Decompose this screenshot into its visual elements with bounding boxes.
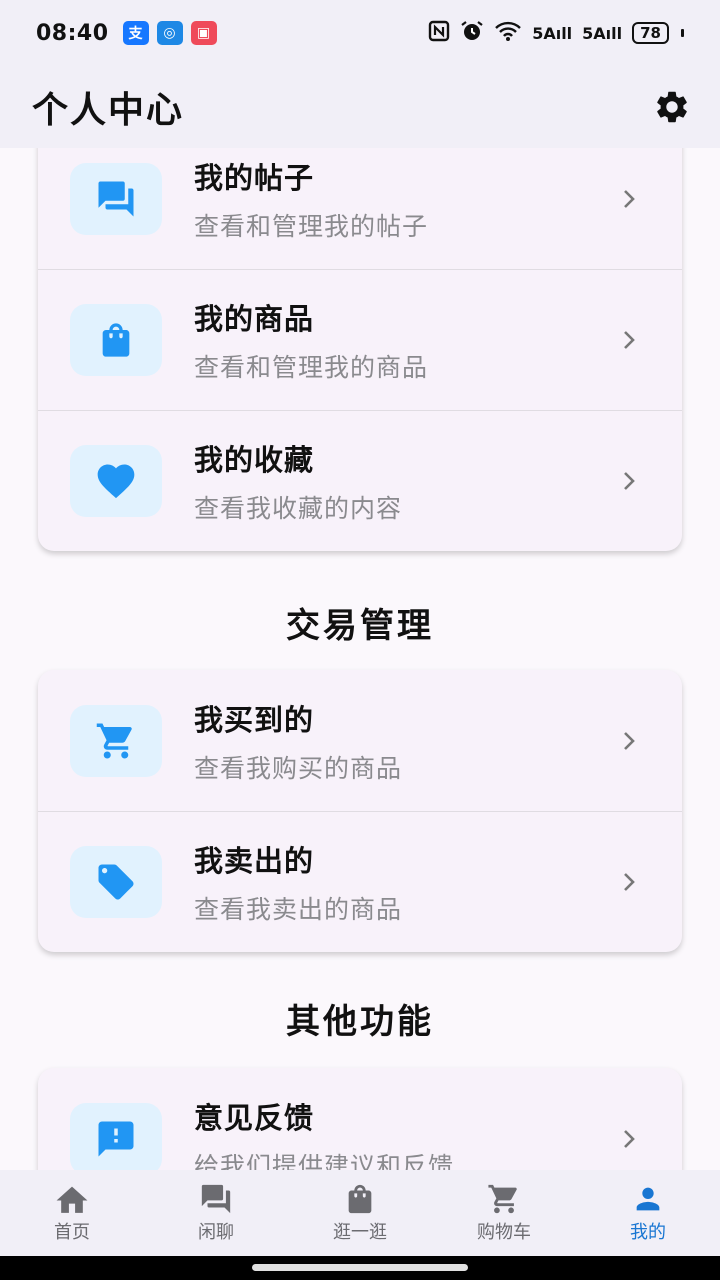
- heart-icon: [97, 464, 135, 499]
- row-text: 我的帖子 查看和管理我的帖子: [194, 155, 428, 243]
- battery-tip: [681, 29, 684, 37]
- my-content-card: 我的帖子 查看和管理我的帖子 我的商品 查看和管理我的商品 我的收藏 查看我收藏…: [38, 148, 682, 551]
- chevron-right-icon: [624, 472, 635, 490]
- status-time: 08:40: [36, 20, 109, 46]
- settings-button[interactable]: [652, 87, 692, 127]
- row-text: 我的商品 查看和管理我的商品: [194, 296, 428, 384]
- row-subtitle: 查看和管理我的帖子: [194, 211, 429, 241]
- status-right: 5Aıll 5Aıll 78: [428, 20, 684, 46]
- status-bar: 08:40 支 ◎ ▣ 5Aıll 5Aıll 78: [0, 0, 720, 66]
- battery-level: 78: [640, 24, 661, 42]
- app-notification-icon: ◎: [156, 21, 183, 45]
- signal-icon-2: 5Aıll: [582, 23, 623, 43]
- trade-card: 我买到的 查看我购买的商品 我卖出的 查看我卖出的商品: [38, 670, 682, 952]
- app-bar: 个人中心: [0, 66, 720, 148]
- alipay-icon: 支: [122, 21, 149, 45]
- icon-box: [70, 1102, 162, 1170]
- icon-box: [70, 846, 162, 918]
- person-icon: [636, 1187, 660, 1211]
- nav-label: 我的: [630, 1222, 666, 1243]
- chevron-right-icon: [624, 331, 635, 349]
- row-title: 我卖出的: [194, 844, 315, 878]
- bottom-nav: 首页 闲聊 逛一逛 购物车 我的: [0, 1170, 720, 1256]
- cart-icon: [96, 723, 132, 758]
- row-title: 我的商品: [194, 302, 315, 336]
- row-title: 我买到的: [194, 702, 315, 737]
- shopping-bag-icon: [348, 1184, 372, 1214]
- chevron-right-icon: [624, 189, 635, 208]
- section-title-trade: 交易管理: [286, 606, 434, 646]
- row-title: 我的收藏: [194, 443, 315, 477]
- section-title-other: 其他功能: [286, 1002, 434, 1042]
- row-subtitle: 查看我卖出的商品: [194, 895, 403, 924]
- cart-icon: [488, 1184, 517, 1214]
- battery-indicator: 78: [632, 22, 669, 44]
- icon-box: [70, 162, 162, 235]
- tag-icon: [98, 864, 134, 900]
- chat-icon: [98, 181, 134, 216]
- nfc-icon: [428, 20, 450, 46]
- scroll-content[interactable]: 我的帖子 查看和管理我的帖子 我的商品 查看和管理我的商品 我的收藏 查看我收藏…: [0, 148, 720, 1170]
- list-item-my-posts[interactable]: 我的帖子 查看和管理我的帖子: [38, 148, 682, 269]
- alarm-icon: [460, 20, 484, 46]
- nav-item-mine[interactable]: 我的: [576, 1182, 720, 1244]
- row-text: 我的收藏 查看我收藏的内容: [194, 437, 402, 525]
- signal-icon: 5Aıll: [532, 23, 573, 43]
- gear-icon: [657, 91, 687, 123]
- list-item-sold[interactable]: 我卖出的 查看我卖出的商品: [38, 811, 682, 952]
- list-item-my-favorites[interactable]: 我的收藏 查看我收藏的内容: [38, 410, 682, 551]
- icon-box: [70, 304, 162, 376]
- row-subtitle: 查看我收藏的内容: [194, 494, 403, 523]
- icon-box: [70, 704, 162, 777]
- nav-label: 首页: [54, 1222, 90, 1243]
- page-title: 个人中心: [32, 90, 185, 131]
- row-text: 我买到的 查看我购买的商品: [194, 697, 402, 785]
- feedback-icon: [98, 1121, 134, 1156]
- icon-box: [70, 445, 162, 517]
- list-item-feedback[interactable]: 意见反馈 给我们提供建议和反馈: [38, 1068, 682, 1170]
- row-subtitle: 给我们提供建议和反馈: [194, 1151, 455, 1171]
- home-gesture-bar[interactable]: [252, 1264, 468, 1271]
- wifi-icon: [494, 20, 522, 46]
- nav-item-cart[interactable]: 购物车: [432, 1182, 576, 1244]
- row-text: 意见反馈 给我们提供建议和反馈: [194, 1095, 454, 1171]
- nav-label: 逛一逛: [333, 1222, 387, 1243]
- row-title: 意见反馈: [194, 1100, 315, 1135]
- row-title: 我的帖子: [194, 160, 315, 195]
- nav-item-home[interactable]: 首页: [0, 1182, 144, 1244]
- row-text: 我卖出的 查看我卖出的商品: [194, 838, 402, 926]
- chevron-right-icon: [624, 731, 635, 750]
- chevron-right-icon: [624, 1129, 635, 1148]
- row-subtitle: 查看我购买的商品: [194, 753, 403, 783]
- nav-label: 闲聊: [198, 1222, 234, 1243]
- list-item-my-products[interactable]: 我的商品 查看和管理我的商品: [38, 269, 682, 410]
- home-icon: [56, 1186, 88, 1213]
- status-left: 08:40 支 ◎ ▣: [36, 21, 217, 46]
- gesture-area: [0, 1256, 720, 1280]
- nav-item-browse[interactable]: 逛一逛: [288, 1182, 432, 1244]
- row-subtitle: 查看和管理我的商品: [194, 353, 429, 382]
- nav-item-chat[interactable]: 闲聊: [144, 1182, 288, 1244]
- chevron-right-icon: [624, 873, 635, 891]
- other-card: 意见反馈 给我们提供建议和反馈: [38, 1068, 682, 1170]
- nav-label: 购物车: [477, 1222, 531, 1243]
- shopping-bag-icon: [102, 323, 130, 357]
- app-gallery-icon: ▣: [190, 21, 217, 45]
- chat-icon: [201, 1184, 231, 1214]
- list-item-bought[interactable]: 我买到的 查看我购买的商品: [38, 670, 682, 811]
